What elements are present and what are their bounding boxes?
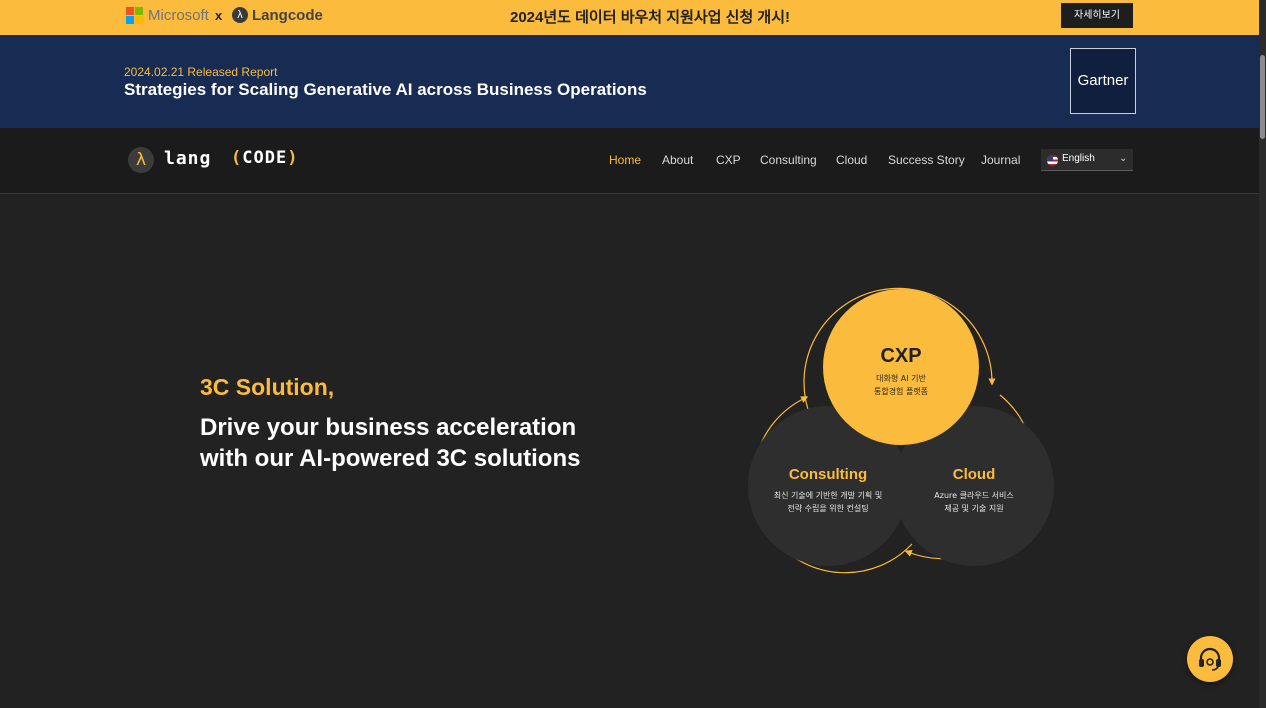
- logo-text-lang[interactable]: lang: [164, 148, 211, 169]
- logo-text-code[interactable]: (CODE): [231, 148, 298, 168]
- cloud-title[interactable]: Cloud: [914, 466, 1034, 483]
- report-title[interactable]: Strategies for Scaling Generative AI acr…: [124, 80, 647, 100]
- 3c-solution-diagram: CXP 대화형 AI 기반 통합경험 플랫폼 Consulting 최신 기술에…: [730, 270, 1075, 590]
- language-select[interactable]: English ⌄: [1041, 149, 1133, 171]
- hero-title: Drive your business acceleration with ou…: [200, 412, 680, 474]
- main-nav: λ lang (CODE) Home About CXP Consulting …: [0, 128, 1259, 194]
- logo-bracket-open: (: [231, 148, 243, 168]
- report-date: 2024.02.21 Released Report: [124, 65, 278, 79]
- scrollbar-thumb[interactable]: [1260, 55, 1265, 139]
- consulting-desc-line2: 전략 수립을 위한 컨설팅: [787, 504, 869, 513]
- us-flag-icon: [1047, 155, 1058, 166]
- gartner-badge[interactable]: Gartner: [1070, 48, 1136, 114]
- consulting-description: 최신 기술에 기반한 개발 기획 및 전략 수립을 위한 컨설팅: [753, 489, 903, 515]
- nav-about[interactable]: About: [662, 153, 693, 167]
- consulting-title[interactable]: Consulting: [758, 466, 898, 483]
- cloud-description: Azure 클라우드 서비스 제공 및 기술 지원: [914, 489, 1034, 515]
- logo-code-word: CODE: [242, 148, 288, 168]
- cloud-desc-line2: 제공 및 기술 지원: [944, 504, 1004, 513]
- consulting-desc-line1: 최신 기술에 기반한 개발 기획 및: [773, 491, 883, 500]
- promo-message: 2024년도 데이터 바우처 지원사업 신청 개시!: [510, 9, 791, 26]
- logo-bracket-close: ): [287, 148, 299, 168]
- cxp-title[interactable]: CXP: [841, 345, 961, 368]
- cloud-desc-line1: Azure 클라우드 서비스: [934, 491, 1014, 500]
- lambda-logo-icon[interactable]: λ: [128, 147, 154, 173]
- hero-subtitle: 3C Solution,: [200, 374, 335, 400]
- page-scrollbar[interactable]: [1259, 0, 1266, 708]
- nav-cloud[interactable]: Cloud: [836, 153, 867, 167]
- nav-home[interactable]: Home: [609, 153, 641, 167]
- microsoft-name: Microsoft: [148, 7, 209, 24]
- langcode-lambda-icon: λ: [232, 7, 248, 23]
- headset-icon: [1199, 647, 1221, 671]
- cxp-desc-line1: 대화형 AI 기반: [876, 374, 926, 383]
- promo-bar: Microsoft x λ Langcode 2024년도 데이터 바우처 지원…: [0, 0, 1259, 35]
- cxp-description: 대화형 AI 기반 통합경험 플랫폼: [841, 372, 961, 398]
- microsoft-logo-icon: [126, 7, 143, 24]
- chevron-down-icon: ⌄: [1119, 153, 1128, 164]
- nav-journal[interactable]: Journal: [981, 153, 1020, 167]
- language-label: English: [1062, 153, 1095, 164]
- diagram-graphics: [748, 287, 1054, 574]
- hero-title-line2: with our AI-powered 3C solutions: [200, 445, 581, 472]
- support-chat-button[interactable]: [1187, 636, 1233, 682]
- report-banner[interactable]: 2024.02.21 Released Report Strategies fo…: [0, 35, 1259, 128]
- nav-cxp[interactable]: CXP: [716, 153, 741, 167]
- langcode-name: Langcode: [252, 7, 323, 24]
- cxp-desc-line2: 통합경험 플랫폼: [873, 387, 929, 396]
- partnership-separator: x: [215, 8, 223, 23]
- nav-consulting[interactable]: Consulting: [760, 153, 817, 167]
- promo-details-button[interactable]: 자세히보기: [1061, 3, 1133, 28]
- hero-title-line1: Drive your business acceleration: [200, 414, 577, 441]
- nav-success-story[interactable]: Success Story: [888, 153, 965, 167]
